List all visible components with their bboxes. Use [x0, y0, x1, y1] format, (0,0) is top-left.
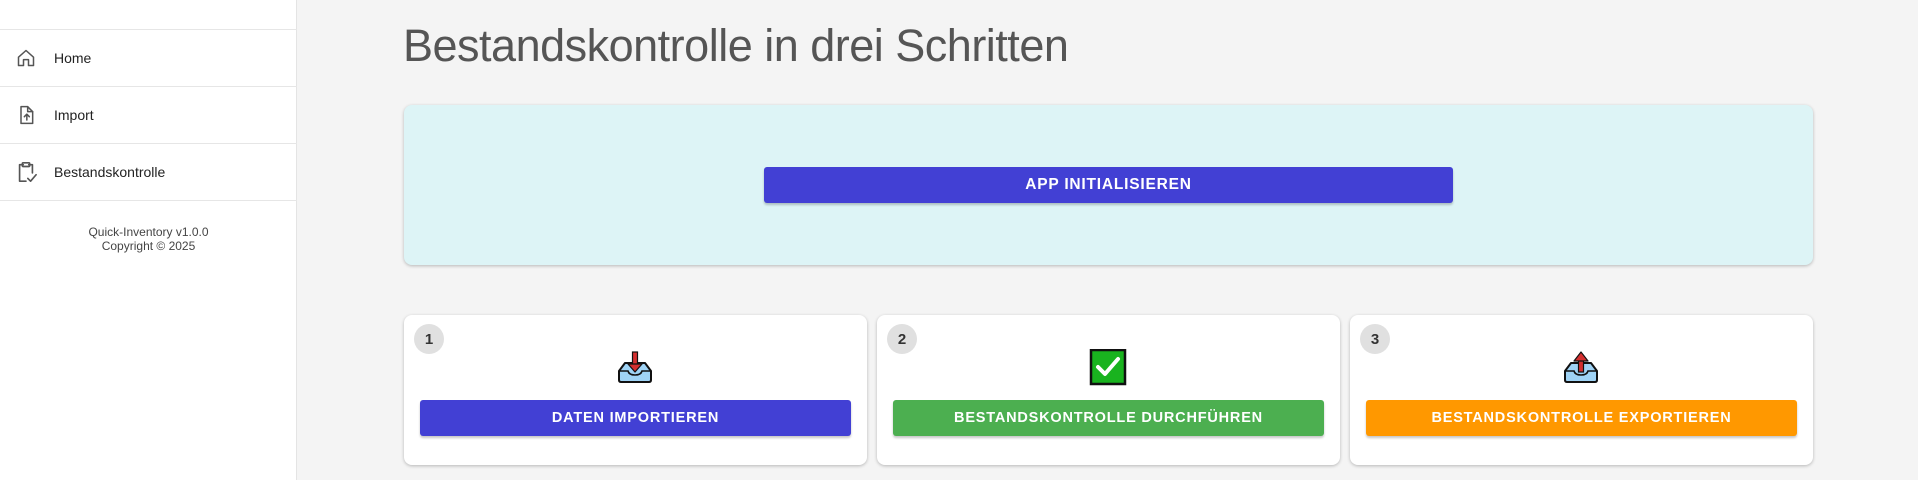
sidebar-item-label: Import: [54, 107, 94, 123]
step-number-badge: 1: [414, 324, 444, 354]
step-card-export: 3 BESTANDSKONTROLLE EXPORTIEREN: [1350, 315, 1813, 465]
sidebar-item-import[interactable]: Import: [0, 87, 297, 144]
step-card-check: 2 BESTANDSKONTROLLE DURCHFÜHREN: [877, 315, 1340, 465]
step-number-badge: 3: [1360, 324, 1390, 354]
sidebar-item-home[interactable]: Home: [0, 30, 297, 87]
file-upload-icon: [15, 104, 37, 126]
outbox-tray-icon: [1561, 349, 1601, 387]
sidebar-item-label: Bestandskontrolle: [54, 164, 166, 180]
copyright: Copyright © 2025: [101, 239, 196, 253]
step-number-badge: 2: [887, 324, 917, 354]
app-version: Quick-Inventory v1.0.0: [88, 225, 209, 239]
page-title: Bestandskontrolle in drei Schritten: [403, 20, 1069, 71]
import-data-button[interactable]: DATEN IMPORTIEREN: [420, 400, 851, 436]
export-inventory-button[interactable]: BESTANDSKONTROLLE EXPORTIEREN: [1366, 400, 1797, 436]
sidebar-item-label: Home: [54, 50, 92, 66]
home-icon: [15, 47, 37, 69]
init-panel: APP INITIALISIEREN: [404, 105, 1813, 265]
header-fragment: [1355, 0, 1413, 6]
inbox-tray-icon: [615, 349, 655, 387]
sidebar: Home Import Bestandskontrolle Quick-Inve…: [0, 0, 297, 480]
initialize-app-button[interactable]: APP INITIALISIEREN: [764, 167, 1453, 203]
perform-inventory-check-button[interactable]: BESTANDSKONTROLLE DURCHFÜHREN: [893, 400, 1324, 436]
sidebar-footer: Quick-Inventory v1.0.0 Copyright © 2025: [0, 225, 297, 253]
check-mark-button-icon: [1088, 348, 1128, 387]
sidebar-item-bestandskontrolle[interactable]: Bestandskontrolle: [0, 144, 297, 201]
step-card-import: 1 DATEN IMPORTIEREN: [404, 315, 867, 465]
clipboard-check-icon: [15, 161, 37, 183]
